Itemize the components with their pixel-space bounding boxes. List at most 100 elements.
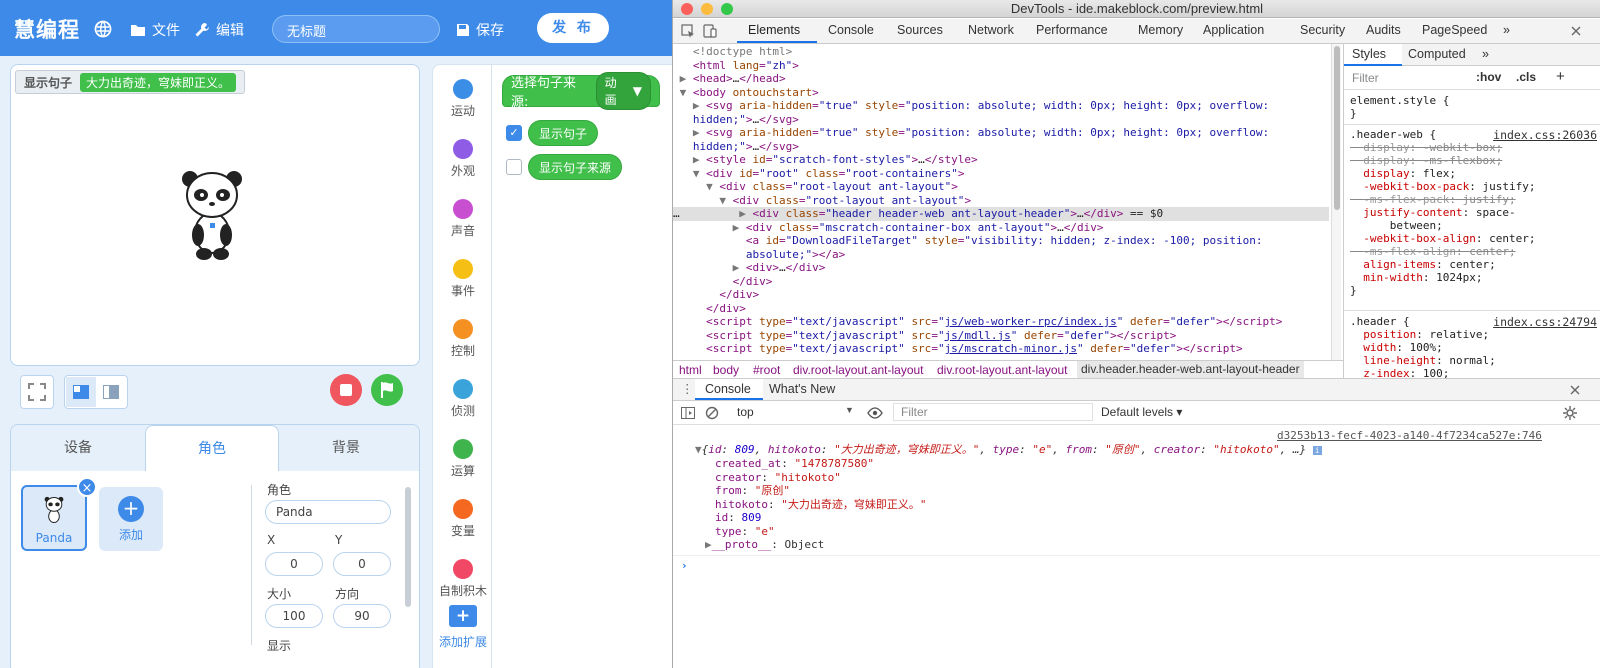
dom-line[interactable]: </div> <box>673 302 1329 316</box>
context-selector[interactable]: top <box>737 405 754 419</box>
dom-line[interactable]: ▶ <svg aria-hidden="true" style="positio… <box>673 99 1329 113</box>
layout-toggle[interactable] <box>64 375 128 409</box>
close-drawer-icon[interactable] <box>1569 384 1581 396</box>
dom-line[interactable]: <html lang="zh"> <box>673 59 1329 73</box>
dom-line[interactable]: ▼ <div class="root-layout ant-layout"> <box>673 194 1329 208</box>
dom-line[interactable]: </div> <box>673 275 1329 289</box>
drawer-menu-icon[interactable]: ⋮ <box>681 381 694 396</box>
tab-audits[interactable]: Audits <box>1366 23 1401 37</box>
styles-more-tabs[interactable]: » <box>1482 47 1489 61</box>
tab-backdrops[interactable]: 背景 <box>279 425 413 471</box>
class-toggle[interactable]: .cls <box>1516 70 1536 84</box>
zoom-window-icon[interactable] <box>721 3 733 15</box>
stage-canvas[interactable]: 显示句子 大力出奇迹，穹妹即正义。 <box>10 64 420 366</box>
console-proto-row[interactable]: ▶__proto__: Object <box>705 538 824 552</box>
breadcrumb-item[interactable]: #root <box>753 363 780 377</box>
device-toolbar-icon[interactable] <box>703 24 717 38</box>
dom-line[interactable]: <!doctype html> <box>673 45 1329 59</box>
project-title-input[interactable]: 无标题 <box>272 15 440 43</box>
dom-line[interactable]: ▼ <div id="root" class="root-containers"… <box>673 167 1329 181</box>
file-menu[interactable]: 文件 <box>130 20 180 40</box>
rule-source-link[interactable]: index.css:26036 <box>1493 128 1597 142</box>
header-web-rule[interactable]: .header-web { display: -webkit-box; disp… <box>1350 128 1535 297</box>
variable-monitor[interactable]: 显示句子 大力出奇迹，穹妹即正义。 <box>15 70 246 94</box>
tab-console[interactable]: Console <box>828 23 874 37</box>
console-source-link[interactable]: d3253b13-fecf-4023-a140-4f7234ca527e:746 <box>1277 429 1542 443</box>
category-variables[interactable]: 变量 <box>433 499 493 539</box>
panda-sprite[interactable] <box>181 165 243 261</box>
category-sensing[interactable]: 侦测 <box>433 379 493 419</box>
context-dropdown-icon[interactable]: ▼ <box>845 405 854 415</box>
tab-sprites[interactable]: 角色 <box>145 425 279 471</box>
sprite-name-input[interactable]: Panda <box>265 500 391 524</box>
breadcrumb-item-active[interactable]: div.header.header-web.ant-layout-header <box>1077 361 1304 378</box>
elements-scrollbar[interactable] <box>1331 44 1341 360</box>
language-globe-button[interactable] <box>94 20 112 38</box>
save-button[interactable]: 保存 <box>456 20 504 40</box>
log-levels-dropdown[interactable]: Default levels ▾ <box>1101 405 1182 419</box>
breadcrumb-item[interactable]: div.root-layout.ant-layout <box>937 363 1068 377</box>
dom-line[interactable]: ▶ <head>…</head> <box>673 72 1329 86</box>
dom-line[interactable]: ▼ <body ontouchstart> <box>673 86 1329 100</box>
breadcrumb-item[interactable]: body <box>713 363 739 377</box>
category-looks[interactable]: 外观 <box>433 139 493 179</box>
close-devtools-icon[interactable] <box>1569 24 1583 38</box>
breadcrumb-item[interactable]: html <box>679 363 702 377</box>
close-window-icon[interactable] <box>681 3 693 15</box>
hover-state-toggle[interactable]: :hov <box>1476 70 1501 84</box>
console-settings-icon[interactable] <box>1563 406 1577 420</box>
dom-line[interactable]: <script type="text/javascript" src="js/w… <box>673 315 1329 329</box>
category-control[interactable]: 控制 <box>433 319 493 359</box>
dom-line[interactable]: <script type="text/javascript" src="js/m… <box>673 342 1329 356</box>
delete-sprite-button[interactable]: × <box>77 477 97 497</box>
edit-menu[interactable]: 编辑 <box>194 20 244 40</box>
tab-performance[interactable]: Performance <box>1036 23 1108 37</box>
fullscreen-button[interactable] <box>20 375 54 409</box>
dom-line-selected[interactable]: … ▶ <div class="header header-web ant-la… <box>673 207 1329 221</box>
console-filter-input[interactable]: Filter <box>901 405 928 419</box>
tab-sources[interactable]: Sources <box>897 23 943 37</box>
pane-scrollbar[interactable] <box>405 487 411 607</box>
more-tabs-button[interactable]: » <box>1503 23 1510 37</box>
reporter2-checkbox[interactable] <box>506 159 522 175</box>
elements-dom-tree[interactable]: <!doctype html> <html lang="zh"> ▶ <head… <box>673 44 1329 360</box>
add-extension-button[interactable]: + 添加扩展 <box>439 605 487 650</box>
add-sprite-button[interactable]: + 添加 <box>99 487 163 551</box>
tab-styles[interactable]: Styles <box>1352 47 1386 61</box>
category-events[interactable]: 事件 <box>433 259 493 299</box>
hat-block-select-source[interactable]: 选择句子来源: 动画 ▼ <box>502 72 660 110</box>
dom-line[interactable]: ▶ <svg aria-hidden="true" style="positio… <box>673 126 1329 140</box>
x-input[interactable]: 0 <box>265 552 323 576</box>
category-my-blocks[interactable]: 自制积木 <box>433 559 493 599</box>
reporter1-checkbox[interactable]: ✓ <box>506 125 522 141</box>
category-motion[interactable]: 运动 <box>433 79 493 119</box>
console-output[interactable]: d3253b13-fecf-4023-a140-4f7234ca527e:746… <box>673 425 1600 668</box>
dom-line[interactable]: hidden;">…</svg> <box>673 113 1329 127</box>
dom-line[interactable]: hidden;">…</svg> <box>673 140 1329 154</box>
sidebar-toggle-icon[interactable] <box>681 407 695 419</box>
dom-line[interactable]: ▶ <div>…</div> <box>673 261 1329 275</box>
publish-button[interactable]: 发 布 <box>537 13 609 43</box>
styles-filter-input[interactable]: Filter <box>1352 71 1379 85</box>
dom-line[interactable]: absolute;"></a> <box>673 248 1329 262</box>
category-operators[interactable]: 运算 <box>433 439 493 479</box>
inspect-element-icon[interactable] <box>681 24 695 38</box>
category-sound[interactable]: 声音 <box>433 199 493 239</box>
tab-application[interactable]: Application <box>1203 23 1264 37</box>
size-input[interactable]: 100 <box>265 604 323 628</box>
direction-input[interactable]: 90 <box>333 604 391 628</box>
stop-button[interactable] <box>330 374 362 406</box>
header-rule[interactable]: .header { position: relative; width: 100… <box>1350 315 1496 378</box>
elements-scrollbar-thumb[interactable] <box>1334 46 1340 210</box>
element-style-rule[interactable]: element.style { } <box>1350 94 1449 120</box>
new-style-rule-button[interactable]: + <box>1556 68 1565 85</box>
tab-network[interactable]: Network <box>968 23 1014 37</box>
tab-security[interactable]: Security <box>1300 23 1345 37</box>
breadcrumb-item[interactable]: div.root-layout.ant-layout <box>793 363 924 377</box>
drawer-tab-whats-new[interactable]: What's New <box>769 382 835 396</box>
tab-memory[interactable]: Memory <box>1138 23 1183 37</box>
tab-pagespeed[interactable]: PageSpeed <box>1422 23 1487 37</box>
rule-source-link[interactable]: index.css:24794 <box>1493 315 1597 329</box>
eye-icon[interactable] <box>867 407 883 419</box>
app-logo[interactable]: 慧编程 <box>14 14 80 44</box>
